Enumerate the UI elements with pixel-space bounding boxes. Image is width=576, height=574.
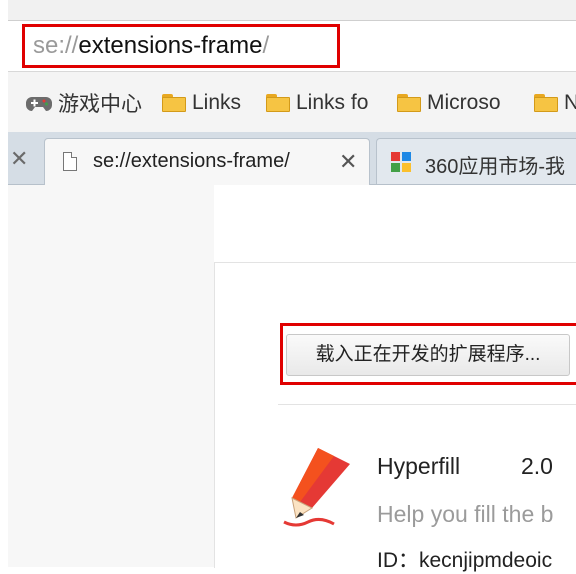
close-icon[interactable]: ✕ bbox=[339, 149, 357, 175]
extension-version: 2.0 bbox=[521, 453, 553, 479]
hyperfill-pencil-icon bbox=[283, 448, 350, 527]
bookmark-links-for[interactable]: Links fo bbox=[266, 88, 368, 118]
tab-extensions-frame[interactable]: se://extensions-frame/ ✕ bbox=[44, 138, 370, 186]
bookmark-label: Links fo bbox=[296, 91, 369, 114]
folder-icon bbox=[266, 94, 290, 112]
extension-id: ID：kecnjipmdeoic bbox=[377, 549, 553, 572]
address-highlight-box bbox=[22, 24, 340, 68]
folder-icon bbox=[534, 94, 558, 112]
extension-description: Help you fill the b bbox=[377, 501, 554, 527]
bookmark-label: 游戏中心 bbox=[58, 93, 142, 116]
bookmark-label: Microso bbox=[427, 91, 501, 114]
close-icon[interactable]: ✕ bbox=[10, 146, 28, 172]
bookmark-truncated[interactable]: N bbox=[534, 88, 576, 118]
tab-360-app-market[interactable]: 360应用市场-我 bbox=[376, 138, 576, 184]
tab-title: se://extensions-frame/ bbox=[93, 150, 290, 172]
tab-title: 360应用市场-我 bbox=[425, 156, 566, 178]
folder-icon bbox=[162, 94, 186, 112]
page-icon bbox=[63, 152, 77, 171]
bookmark-game-center[interactable]: 游戏中心 bbox=[26, 88, 142, 118]
button-highlight-box bbox=[280, 323, 576, 385]
bookmark-label: N bbox=[564, 91, 576, 114]
bookmark-label: Links bbox=[192, 91, 242, 114]
bookmark-links[interactable]: Links bbox=[162, 88, 241, 118]
app-market-icon bbox=[391, 152, 413, 174]
bookmark-microsoft[interactable]: Microso bbox=[397, 88, 501, 118]
folder-icon bbox=[397, 94, 421, 112]
gamepad-icon bbox=[26, 97, 52, 111]
divider bbox=[278, 404, 576, 405]
extensions-sidebar-area bbox=[8, 185, 214, 567]
extension-name: Hyperfill bbox=[377, 453, 461, 479]
window-left-edge bbox=[0, 0, 8, 567]
